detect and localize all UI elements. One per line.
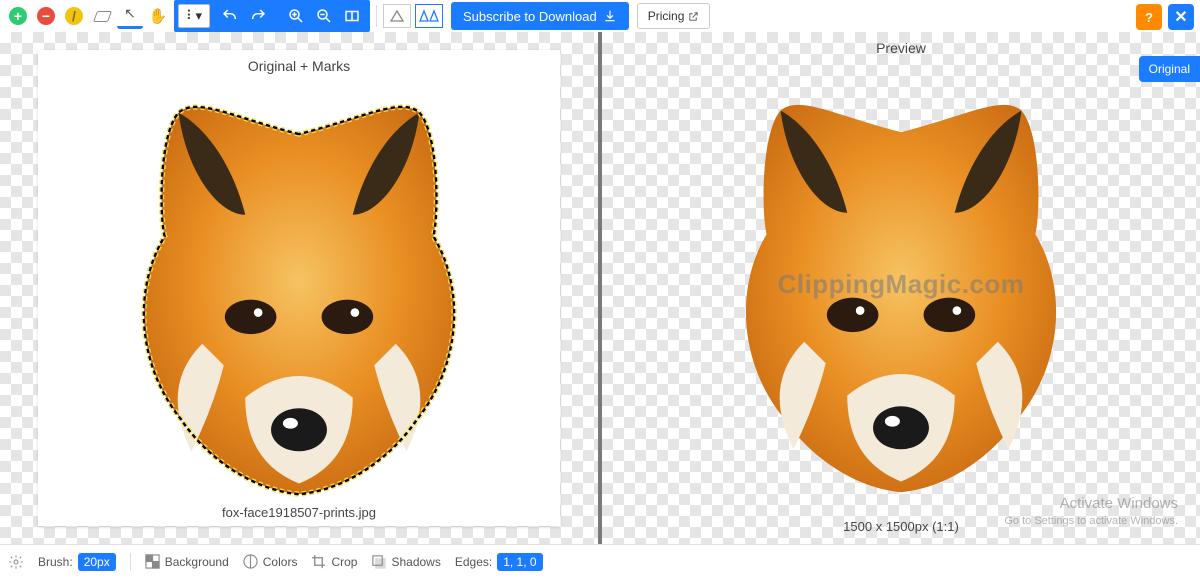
brush-mode-select[interactable]: ⠇▾ (178, 4, 210, 28)
left-pane-title: Original + Marks (248, 58, 350, 74)
original-toggle[interactable]: Original (1139, 56, 1200, 82)
zoom-in-button[interactable] (283, 3, 309, 29)
edges-value: 1, 1, 0 (497, 553, 542, 571)
undo-icon (221, 7, 239, 25)
colors-button[interactable]: Colors (243, 554, 298, 569)
background-label: Background (165, 555, 229, 569)
mark-remove-tool[interactable]: − (33, 3, 59, 29)
background-button[interactable]: Background (145, 554, 229, 569)
crop-button[interactable]: Crop (311, 554, 357, 569)
slash-icon: / (65, 7, 83, 25)
filename-label: fox-face1918507-prints.jpg (222, 505, 376, 520)
colors-label: Colors (263, 555, 298, 569)
preview-image (686, 73, 1116, 503)
brush-size-control[interactable]: Brush: 20px (38, 553, 116, 571)
history-zoom-group: ⠇▾ (174, 0, 370, 32)
plus-icon: + (9, 7, 27, 25)
brush-label: Brush: (38, 555, 73, 569)
pointer-icon: ↖ (124, 5, 136, 22)
zoom-out-button[interactable] (311, 3, 337, 29)
download-icon (603, 9, 617, 23)
crop-icon (311, 554, 326, 569)
right-image-area: ClippingMagic.com (620, 56, 1182, 519)
bg-mode-single[interactable] (383, 4, 411, 28)
redo-button[interactable] (245, 3, 271, 29)
editor-stage: Original + Marks (0, 32, 1200, 544)
left-canvas[interactable]: Original + Marks (38, 50, 560, 526)
colors-icon (243, 554, 258, 569)
close-button[interactable]: ✕ (1168, 4, 1194, 30)
separator (130, 553, 131, 571)
eraser-icon (92, 11, 111, 22)
triangle-split-icon (419, 9, 439, 23)
mark-keep-tool[interactable]: + (5, 3, 31, 29)
gear-icon (8, 554, 24, 570)
shadows-icon (371, 554, 386, 569)
subscribe-label: Subscribe to Download (463, 9, 597, 24)
separator (376, 5, 377, 27)
external-link-icon (688, 11, 699, 22)
fit-button[interactable] (339, 3, 365, 29)
pricing-label: Pricing (648, 9, 685, 23)
redo-icon (249, 7, 267, 25)
minus-icon: − (37, 7, 55, 25)
bottom-toolbar: Brush: 20px Background Colors Crop Shado… (0, 544, 1200, 578)
corner-buttons: ? ✕ (1136, 4, 1194, 30)
pricing-button[interactable]: Pricing (637, 3, 711, 29)
brush-value: 20px (78, 553, 116, 571)
background-icon (145, 554, 160, 569)
zoom-out-icon (315, 7, 333, 25)
settings-button[interactable] (8, 554, 24, 570)
edges-label: Edges: (455, 555, 492, 569)
undo-button[interactable] (217, 3, 243, 29)
right-pane-title: Preview (876, 40, 926, 56)
close-icon: ✕ (1174, 7, 1187, 27)
original-image (84, 75, 514, 505)
hand-icon: ✋ (149, 7, 168, 25)
edges-control[interactable]: Edges: 1, 1, 0 (455, 553, 543, 571)
top-toolbar: + − / ↖ ✋ ⠇▾ Subscribe to Download Prici… (0, 0, 1200, 32)
shadows-label: Shadows (391, 555, 440, 569)
left-image-area (38, 74, 560, 505)
triangle-icon (389, 9, 405, 23)
eraser-tool[interactable] (89, 3, 115, 29)
zoom-in-icon (287, 7, 305, 25)
right-canvas[interactable]: Preview (620, 32, 1182, 540)
scalpel-tool[interactable]: ↖ (117, 3, 143, 29)
shadows-button[interactable]: Shadows (371, 554, 440, 569)
fit-icon (343, 7, 361, 25)
help-icon: ? (1145, 10, 1153, 25)
hair-tool[interactable]: / (61, 3, 87, 29)
right-pane: Preview (602, 32, 1200, 544)
pan-tool[interactable]: ✋ (145, 3, 171, 29)
dimensions-label: 1500 x 1500px (1:1) (843, 519, 959, 534)
crop-label: Crop (331, 555, 357, 569)
help-button[interactable]: ? (1136, 4, 1162, 30)
bg-mode-split[interactable] (415, 4, 443, 28)
left-pane: Original + Marks (0, 32, 602, 544)
subscribe-button[interactable]: Subscribe to Download (451, 2, 629, 30)
